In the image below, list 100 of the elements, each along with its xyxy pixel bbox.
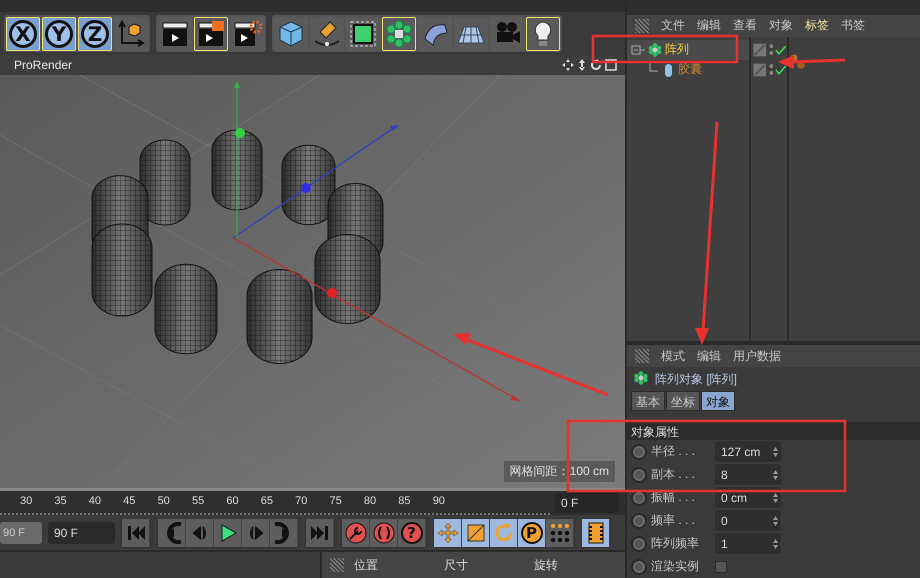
transport-button[interactable]: ?: [398, 518, 426, 546]
column-header: 尺寸: [444, 556, 469, 574]
number-field[interactable]: 0: [715, 510, 781, 531]
key-record-icon: [344, 520, 368, 544]
frame-number: 30: [20, 494, 34, 507]
flower-icon: [633, 371, 649, 387]
frame-number: 50: [158, 494, 171, 507]
column-header: 旋转: [534, 556, 559, 574]
axes-icon: [116, 19, 146, 49]
grip-icon: [635, 18, 649, 33]
transport-button[interactable]: P: [518, 518, 546, 546]
frame-number: 70: [295, 494, 308, 507]
object-title: 阵列对象 [阵列]: [655, 370, 738, 388]
toolbar-button[interactable]: [526, 17, 560, 51]
transport-button[interactable]: [370, 518, 398, 546]
axis-lock-button[interactable]: X: [6, 17, 40, 51]
parameter-label: 频率 . . .: [651, 512, 696, 529]
z-handle[interactable]: [301, 183, 311, 193]
transport-button[interactable]: [434, 518, 462, 546]
tab[interactable]: 对象: [701, 391, 735, 411]
clapperboard-icon: [196, 19, 226, 49]
number-field[interactable]: 8: [715, 464, 781, 485]
keyframe-button[interactable]: [631, 512, 647, 528]
menu-item[interactable]: 查看: [733, 17, 757, 34]
section-header: 对象属性: [627, 422, 920, 440]
grip-icon: [330, 558, 344, 572]
toolbar-button[interactable]: [418, 17, 452, 51]
parameter-label: 渲染实例: [651, 558, 700, 575]
menu-item[interactable]: 编辑: [697, 348, 721, 364]
visibility-dots-icon: [768, 62, 774, 77]
toolbar-button[interactable]: [158, 17, 192, 51]
maximize-icon: [605, 59, 617, 71]
axis-lock-button[interactable]: Z: [78, 17, 112, 51]
spinner-icon: [773, 492, 778, 502]
spinner-icon: [773, 446, 778, 456]
flower-icon: [384, 19, 414, 49]
spinner-icon: [773, 470, 778, 480]
menu-item[interactable]: 书签: [841, 17, 865, 34]
rotate-icon: [590, 59, 602, 71]
menu-item[interactable]: 标签: [805, 17, 829, 34]
frame-number: 45: [123, 494, 136, 507]
grip-icon: [635, 349, 649, 363]
number-field[interactable]: 127 cm: [715, 441, 781, 462]
frame-number: 85: [398, 494, 412, 507]
checkbox[interactable]: [715, 560, 727, 572]
menu-item[interactable]: 文件: [661, 17, 685, 34]
toolbar-button[interactable]: [274, 17, 308, 51]
keyframe-button[interactable]: [631, 466, 647, 482]
object-name: 阵列: [665, 41, 689, 58]
x-handle[interactable]: [327, 288, 337, 298]
keyframe-button[interactable]: [631, 536, 647, 552]
transport-button[interactable]: [342, 518, 370, 546]
axis-lock-button[interactable]: Y: [42, 17, 76, 51]
y-handle[interactable]: [235, 128, 245, 138]
grid-spacing-label: 网格间距：100 cm: [504, 461, 615, 482]
menu-item[interactable]: 模式: [661, 348, 685, 364]
current-frame-field[interactable]: 0 F: [555, 493, 619, 513]
toolbar-button[interactable]: [114, 17, 148, 51]
move-arrows-icon: [436, 520, 460, 544]
transport-button[interactable]: [462, 518, 490, 546]
menu-item[interactable]: 用户数据: [733, 348, 781, 364]
toolbar-button[interactable]: [310, 17, 344, 51]
annotation-arrow: [778, 55, 846, 69]
transport-button[interactable]: [546, 518, 574, 546]
keyframe-button[interactable]: [631, 444, 647, 460]
clapperboard-gear-icon: [232, 19, 262, 49]
frame-number: 65: [260, 494, 274, 507]
tab[interactable]: 坐标: [666, 391, 700, 411]
object-row[interactable]: 胶囊: [627, 60, 749, 80]
toolbar-button[interactable]: [454, 17, 488, 51]
tab[interactable]: 基本: [631, 391, 665, 411]
object-name: 胶囊: [678, 61, 702, 78]
number-field[interactable]: 1: [715, 533, 781, 554]
spinner-icon: [773, 538, 778, 548]
parameter-label: 阵列频率: [651, 535, 700, 552]
parameter-label: 半径 . . .: [651, 443, 696, 460]
frame-number: 60: [226, 494, 240, 507]
parameter-label: 振幅 . . .: [651, 489, 696, 506]
layer-square-icon: [753, 42, 767, 57]
keyframe-button[interactable]: [631, 558, 647, 574]
frame-number: 35: [54, 494, 68, 507]
pen-icon: [312, 19, 342, 49]
move-icon: [562, 59, 574, 71]
visibility-dots-icon: [768, 42, 774, 57]
toolbar-button[interactable]: [346, 17, 380, 51]
menu-item[interactable]: 编辑: [697, 17, 721, 34]
layer-square-icon: [753, 62, 767, 77]
object-row[interactable]: 阵列: [627, 40, 749, 60]
toolbar-button[interactable]: [194, 17, 228, 51]
menu-item[interactable]: 对象: [769, 17, 793, 34]
arrows-icon: [577, 59, 587, 71]
flower-icon: [648, 42, 662, 57]
frame-number: 40: [88, 494, 102, 507]
transport-button[interactable]: [214, 518, 242, 546]
frame-number: 90: [432, 494, 446, 507]
viewport-title: ProRender: [14, 58, 72, 72]
auto-key-icon: [372, 520, 396, 544]
toolbar-button[interactable]: [230, 17, 264, 51]
transport-button[interactable]: [490, 518, 518, 546]
end-frame-field[interactable]: 90 F: [48, 522, 115, 544]
